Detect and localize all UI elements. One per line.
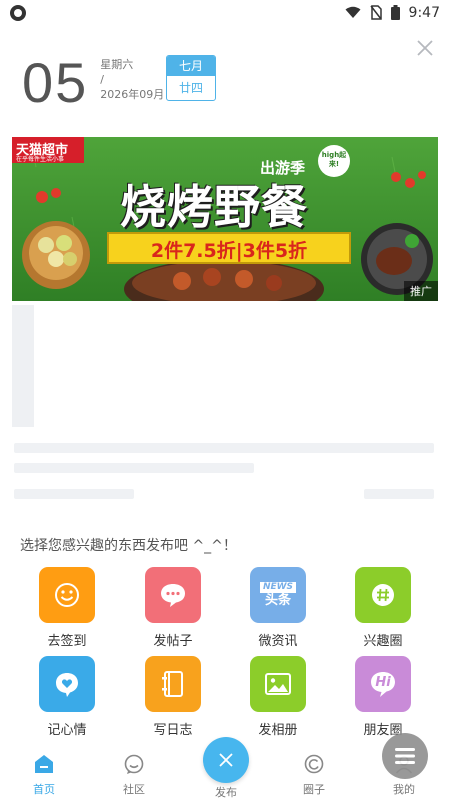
date-separator: / bbox=[100, 73, 105, 86]
wifi-icon bbox=[345, 6, 361, 18]
tab-circle[interactable]: 圈子 bbox=[284, 753, 344, 797]
badge-text: high起来! bbox=[321, 151, 347, 168]
tab-circle-label: 圈子 bbox=[303, 783, 325, 796]
tab-publish-label: 发布 bbox=[215, 786, 237, 799]
post-button[interactable]: 发帖子 bbox=[133, 567, 213, 649]
news-button[interactable]: NEWS 头条 微资讯 bbox=[238, 567, 318, 649]
offer-text: 2件7.5折|3件5折 bbox=[150, 240, 308, 262]
news-icon: NEWS 头条 bbox=[250, 567, 306, 623]
background-page: 05 星期六 / 2026年09月 七月 廿四 天猫超市 在乎每件生活小事 烧烤… bbox=[0, 25, 450, 515]
tab-profile-label: 我的 bbox=[393, 783, 415, 796]
notebook-icon bbox=[145, 656, 201, 712]
sheet-title: 选择您感兴趣的东西发布吧 ^_^！ bbox=[20, 538, 237, 554]
lunar-day: 廿四 bbox=[178, 81, 203, 95]
day-number: 05 bbox=[22, 51, 89, 114]
hi-bubble-icon: Hi bbox=[355, 656, 411, 712]
heart-bubble-icon bbox=[39, 656, 95, 712]
chat-bubble-icon bbox=[145, 567, 201, 623]
date-card: 05 星期六 / 2026年09月 bbox=[22, 55, 164, 111]
season-tag: 出游季 bbox=[260, 159, 306, 177]
home-icon bbox=[35, 755, 53, 773]
lunar-month: 七月 bbox=[167, 56, 215, 76]
promo-tag: 推广 bbox=[404, 281, 438, 301]
photo-icon bbox=[250, 656, 306, 712]
status-bar: 9:47 bbox=[0, 0, 450, 25]
news-label: 微资讯 bbox=[258, 634, 298, 649]
placeholder-block bbox=[12, 305, 34, 427]
checkin-label: 去签到 bbox=[47, 634, 87, 649]
no-sim-icon bbox=[369, 5, 382, 20]
interest-circle-button[interactable]: 兴趣圈 bbox=[343, 567, 423, 649]
publish-close-button[interactable] bbox=[203, 737, 249, 783]
close-icon bbox=[219, 753, 233, 767]
album-label: 发相册 bbox=[258, 723, 298, 738]
placeholder-line bbox=[14, 463, 254, 473]
store-slogan: 在乎每件生活小事 bbox=[16, 156, 65, 163]
tab-community-label: 社区 bbox=[123, 783, 145, 796]
checkin-button[interactable]: 去签到 bbox=[27, 567, 107, 649]
status-time: 9:47 bbox=[408, 4, 440, 21]
journal-label: 写日志 bbox=[153, 723, 193, 738]
journal-button[interactable]: 写日志 bbox=[133, 656, 213, 738]
mood-label: 记心情 bbox=[47, 723, 87, 738]
banner-headline: 烧烤野餐 bbox=[120, 180, 308, 234]
placeholder-line bbox=[14, 443, 434, 453]
interest-circle-label: 兴趣圈 bbox=[363, 634, 403, 649]
year-month: 2026年09月 bbox=[100, 88, 165, 101]
lunar-date-badge: 七月 廿四 bbox=[166, 55, 216, 101]
promo-banner[interactable]: 天猫超市 在乎每件生活小事 烧烤野餐 出游季 high起来! 2件7.5折|3件… bbox=[12, 137, 438, 301]
news-icon-top-text: NEWS bbox=[259, 581, 297, 593]
tab-home[interactable]: 首页 bbox=[14, 753, 74, 797]
placeholder-line bbox=[14, 489, 134, 499]
news-icon-bottom-text: 头条 bbox=[264, 592, 291, 608]
battery-icon bbox=[390, 5, 400, 20]
moments-button[interactable]: Hi 朋友圈 bbox=[343, 656, 423, 738]
circle-icon bbox=[304, 754, 324, 774]
placeholder-line bbox=[364, 489, 434, 499]
album-button[interactable]: 发相册 bbox=[238, 656, 318, 738]
close-icon[interactable] bbox=[416, 39, 434, 57]
smile-icon bbox=[39, 567, 95, 623]
tab-home-label: 首页 bbox=[33, 783, 55, 796]
app-notification-icon bbox=[10, 4, 26, 21]
floating-menu-button[interactable] bbox=[382, 733, 428, 779]
hash-icon bbox=[355, 567, 411, 623]
weekday: 星期六 bbox=[100, 58, 134, 71]
hi-icon-text: Hi bbox=[375, 674, 391, 690]
tab-community[interactable]: 社区 bbox=[104, 753, 164, 797]
community-icon bbox=[124, 754, 144, 774]
menu-icon bbox=[395, 748, 415, 764]
post-label: 发帖子 bbox=[153, 634, 193, 649]
mood-button[interactable]: 记心情 bbox=[27, 656, 107, 738]
